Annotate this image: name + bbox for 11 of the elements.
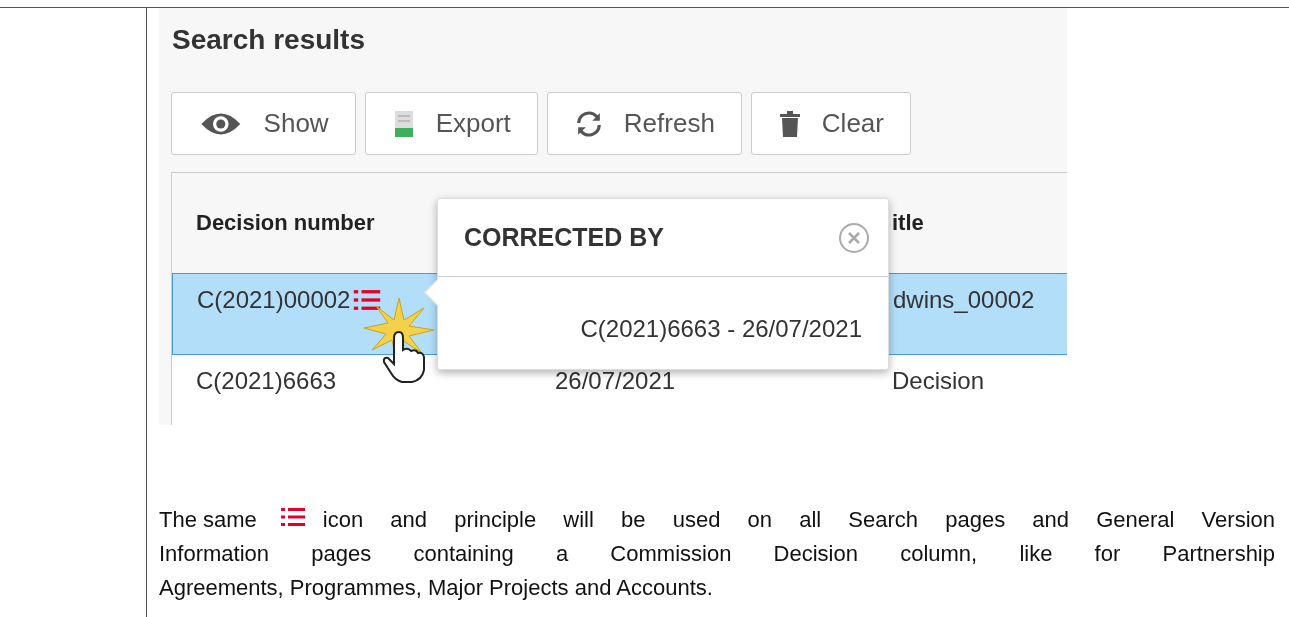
- table-cell: Decision: [892, 367, 985, 395]
- section-title: Search results: [171, 23, 366, 57]
- paragraph-text: Agreements, Programmes, Major Projects and Accounts.: [159, 574, 714, 602]
- paragraph-text: The same: [159, 506, 257, 534]
- popover-title: CORRECTED BY: [464, 223, 664, 252]
- paragraph-text: icon and principle will be used on all Search pages and General Version: [322, 506, 1275, 534]
- paragraph-text: Information pages containing a Commission Decision column, like for Partnership: [159, 540, 1275, 568]
- table-cell: C(2021)6663: [196, 367, 337, 395]
- table-cell: 26/07/2021: [555, 367, 676, 395]
- table-cell: C(2021)00002: [197, 286, 351, 314]
- table-cell: dwins_00002: [893, 286, 1035, 314]
